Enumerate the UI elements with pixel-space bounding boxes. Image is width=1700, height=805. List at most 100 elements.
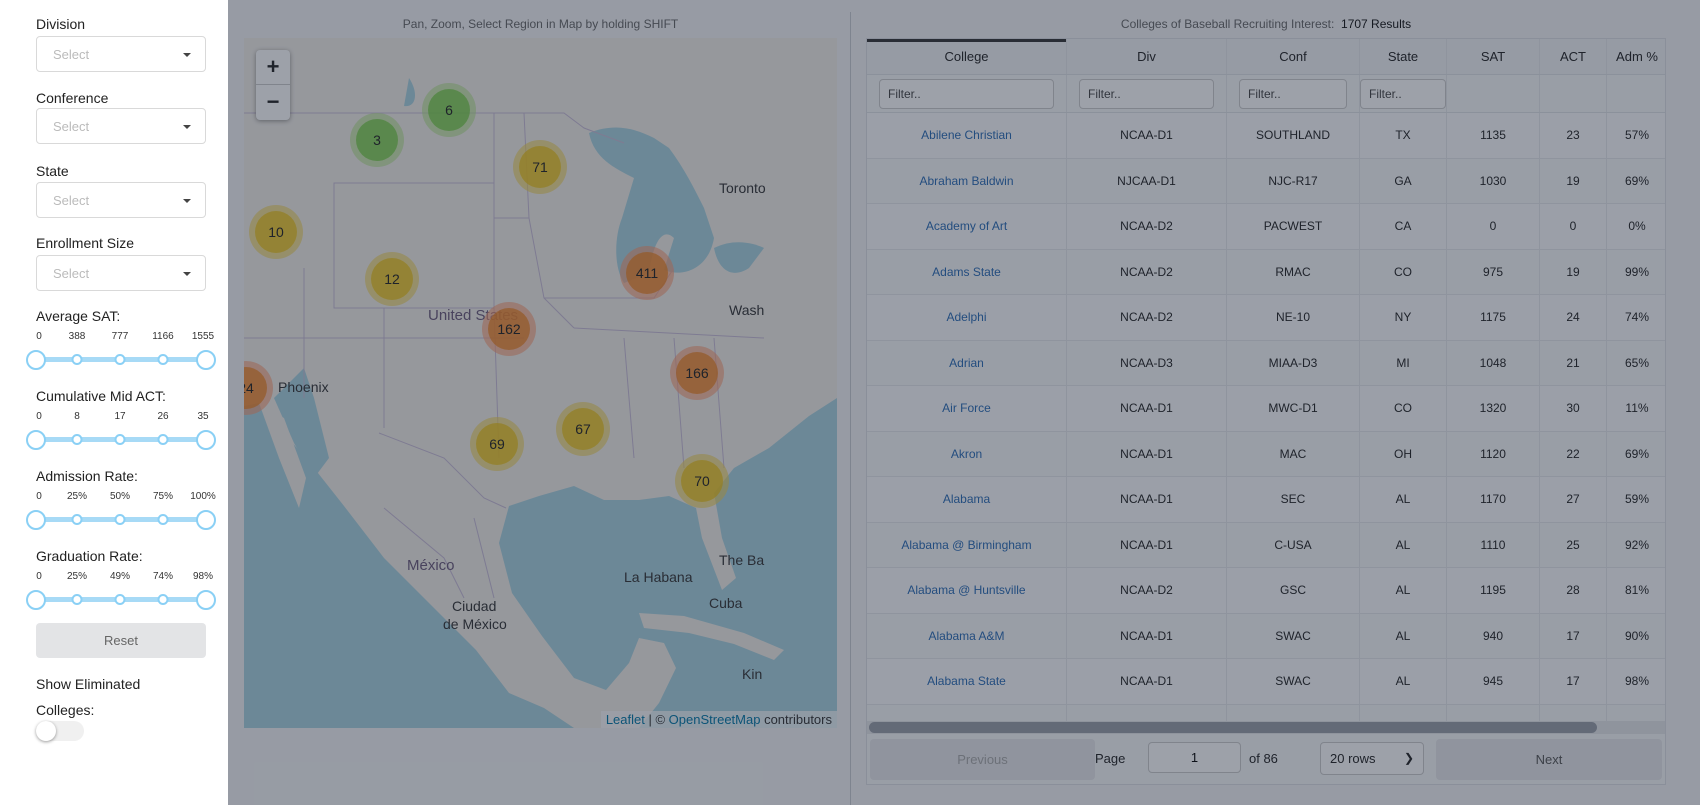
range-slider[interactable]: 0 25% 49% 74% 98% <box>26 571 216 611</box>
table-row[interactable]: Alabama State NCAA-D1 SWAC AL 945 17 98% <box>867 659 1665 705</box>
table-row[interactable]: Air Force NCAA-D1 MWC-D1 CO 1320 30 11% <box>867 386 1665 432</box>
slider-mark <box>157 354 169 365</box>
table-row[interactable]: Adams State NCAA-D2 RMAC CO 975 19 99% <box>867 249 1665 295</box>
table-row[interactable]: Alabama A&M NCAA-D1 SWAC AL 940 17 90% <box>867 613 1665 659</box>
column-header[interactable]: Div <box>1067 39 1227 74</box>
slider-handle[interactable] <box>26 430 46 450</box>
college-link[interactable]: Adrian <box>867 340 1067 385</box>
slider-tick-label: 100% <box>190 491 216 502</box>
toggle-knob <box>36 721 56 741</box>
slider-handle[interactable] <box>196 510 216 530</box>
cluster-marker[interactable]: 411 <box>620 246 674 300</box>
slider-handle[interactable] <box>196 430 216 450</box>
state-select[interactable]: Select <box>36 182 206 218</box>
table-cell: CO <box>1360 249 1447 294</box>
college-link[interactable]: Academy of Art <box>867 204 1067 249</box>
column-header[interactable]: State <box>1360 39 1447 74</box>
conference-select[interactable]: Select <box>36 108 206 144</box>
slider-mark <box>157 514 169 525</box>
cluster-marker[interactable]: 67 <box>556 402 610 456</box>
table-cell: 98% <box>1624 674 1650 688</box>
cluster-marker[interactable]: 12 <box>365 252 419 306</box>
previous-button[interactable]: Previous <box>870 739 1095 780</box>
college-link[interactable]: Alabama State <box>867 659 1067 704</box>
table-cell: SEC <box>1227 477 1360 522</box>
cluster-marker[interactable]: 166 <box>670 346 724 400</box>
cluster-marker[interactable]: 3 <box>350 113 404 167</box>
next-button[interactable]: Next <box>1436 739 1662 780</box>
table-row[interactable]: Academy of Art NCAA-D2 PACWEST CA 0 0 0% <box>867 204 1665 250</box>
college-link[interactable]: Akron <box>867 431 1067 476</box>
table-row[interactable]: Adelphi NCAA-D2 NE-10 NY 1175 24 74% <box>867 295 1665 341</box>
slider-handle[interactable] <box>26 350 46 370</box>
table-cell: AL <box>1360 522 1447 567</box>
range-slider[interactable]: 0 8 17 26 35 <box>26 411 216 451</box>
college-filter-input[interactable] <box>879 79 1054 109</box>
division-select[interactable]: Select <box>36 36 206 72</box>
slider-tick-label: 0 <box>36 411 42 422</box>
cluster-marker[interactable]: 6 <box>422 83 476 137</box>
cluster-marker[interactable]: 71 <box>513 140 567 194</box>
table-row[interactable]: Abilene Christian NCAA-D1 SOUTHLAND TX 1135 2… <box>867 113 1665 159</box>
table-cell: MIAA-D3 <box>1227 340 1360 385</box>
table-row[interactable]: Alabama @ Birmingham NCAA-D1 C-USA AL 1110 25… <box>867 522 1665 568</box>
state-filter-input[interactable] <box>1360 79 1446 109</box>
cluster-marker[interactable]: 70 <box>675 454 729 508</box>
college-link[interactable]: Alabama @ Huntsville <box>867 568 1067 613</box>
table-row[interactable]: Alabama @ Huntsville NCAA-D2 GSC AL 1195 28 81… <box>867 568 1665 614</box>
osm-link[interactable]: OpenStreetMap <box>669 712 761 727</box>
college-link[interactable]: Air Force <box>867 386 1067 431</box>
table-cell: 30 <box>1540 386 1607 431</box>
cluster-marker[interactable]: 10 <box>249 205 303 259</box>
div-filter-input[interactable] <box>1079 79 1214 109</box>
scrollbar-thumb[interactable] <box>869 722 1597 733</box>
page-input[interactable] <box>1148 742 1241 773</box>
college-link[interactable]: Alabama @ Birmingham <box>867 522 1067 567</box>
table-cell: 74% <box>1624 310 1650 324</box>
range-slider[interactable]: 0 25% 50% 75% 100% <box>26 491 216 531</box>
table-cell: NCAA-D1 <box>1067 477 1227 522</box>
cluster-marker[interactable]: 69 <box>470 417 524 471</box>
table-cell: NCAA-D1 <box>1067 431 1227 476</box>
leaflet-link[interactable]: Leaflet <box>606 712 645 727</box>
college-map[interactable]: + − Toronto Wash United States Phoenix M… <box>244 38 837 728</box>
column-header[interactable]: Adm % <box>1607 39 1665 74</box>
college-link[interactable]: Adams State <box>867 249 1067 294</box>
range-slider[interactable]: 0 388 777 1166 1555 <box>26 331 216 371</box>
column-header[interactable]: Conf <box>1227 39 1360 74</box>
conf-filter-input[interactable] <box>1239 79 1347 109</box>
table-cell: NCAA-D2 <box>1067 249 1227 294</box>
table-cell: NCAA-D1 <box>1067 113 1227 158</box>
column-header[interactable]: SAT <box>1447 39 1540 74</box>
reset-button[interactable]: Reset <box>36 623 206 658</box>
slider-handle[interactable] <box>196 590 216 610</box>
table-cell: 1030 <box>1447 158 1540 203</box>
table-cell: AL <box>1360 613 1447 658</box>
table-row[interactable]: Adrian NCAA-D3 MIAA-D3 MI 1048 21 65% <box>867 340 1665 386</box>
table-row[interactable]: Abraham Baldwin NJCAA-D1 NJC-R17 GA 1030 19 69… <box>867 158 1665 204</box>
table-row[interactable]: Akron NCAA-D1 MAC OH 1120 22 69% <box>867 431 1665 477</box>
cluster-marker[interactable]: 162 <box>482 302 536 356</box>
college-link[interactable]: Adelphi <box>867 295 1067 340</box>
slider-tick-label: 74% <box>152 571 174 582</box>
slider-handle[interactable] <box>26 590 46 610</box>
column-header[interactable]: ACT <box>1540 39 1607 74</box>
college-link[interactable]: Alabama A&M <box>867 613 1067 658</box>
slider-handle[interactable] <box>196 350 216 370</box>
column-header[interactable]: College <box>867 39 1067 74</box>
table-row[interactable]: Alabama NCAA-D1 SEC AL 1170 27 59% <box>867 477 1665 523</box>
conference-label: Conference <box>36 90 109 106</box>
table-cell: SWAC <box>1227 613 1360 658</box>
college-link[interactable]: Alabama <box>867 477 1067 522</box>
college-link[interactable]: Abilene Christian <box>867 113 1067 158</box>
show-eliminated-toggle[interactable] <box>36 721 84 741</box>
enrollment-select[interactable]: Select <box>36 255 206 291</box>
table-cell: NCAA-D1 <box>1067 659 1227 704</box>
zoom-out-button[interactable]: − <box>256 85 290 120</box>
slider-handle[interactable] <box>26 510 46 530</box>
rows-per-page-select[interactable]: 20 rows ❯ <box>1320 742 1424 775</box>
table-cell: 1175 <box>1447 295 1540 340</box>
zoom-in-button[interactable]: + <box>256 50 290 85</box>
college-link[interactable]: Abraham Baldwin <box>867 158 1067 203</box>
horizontal-scrollbar[interactable] <box>867 721 1665 734</box>
